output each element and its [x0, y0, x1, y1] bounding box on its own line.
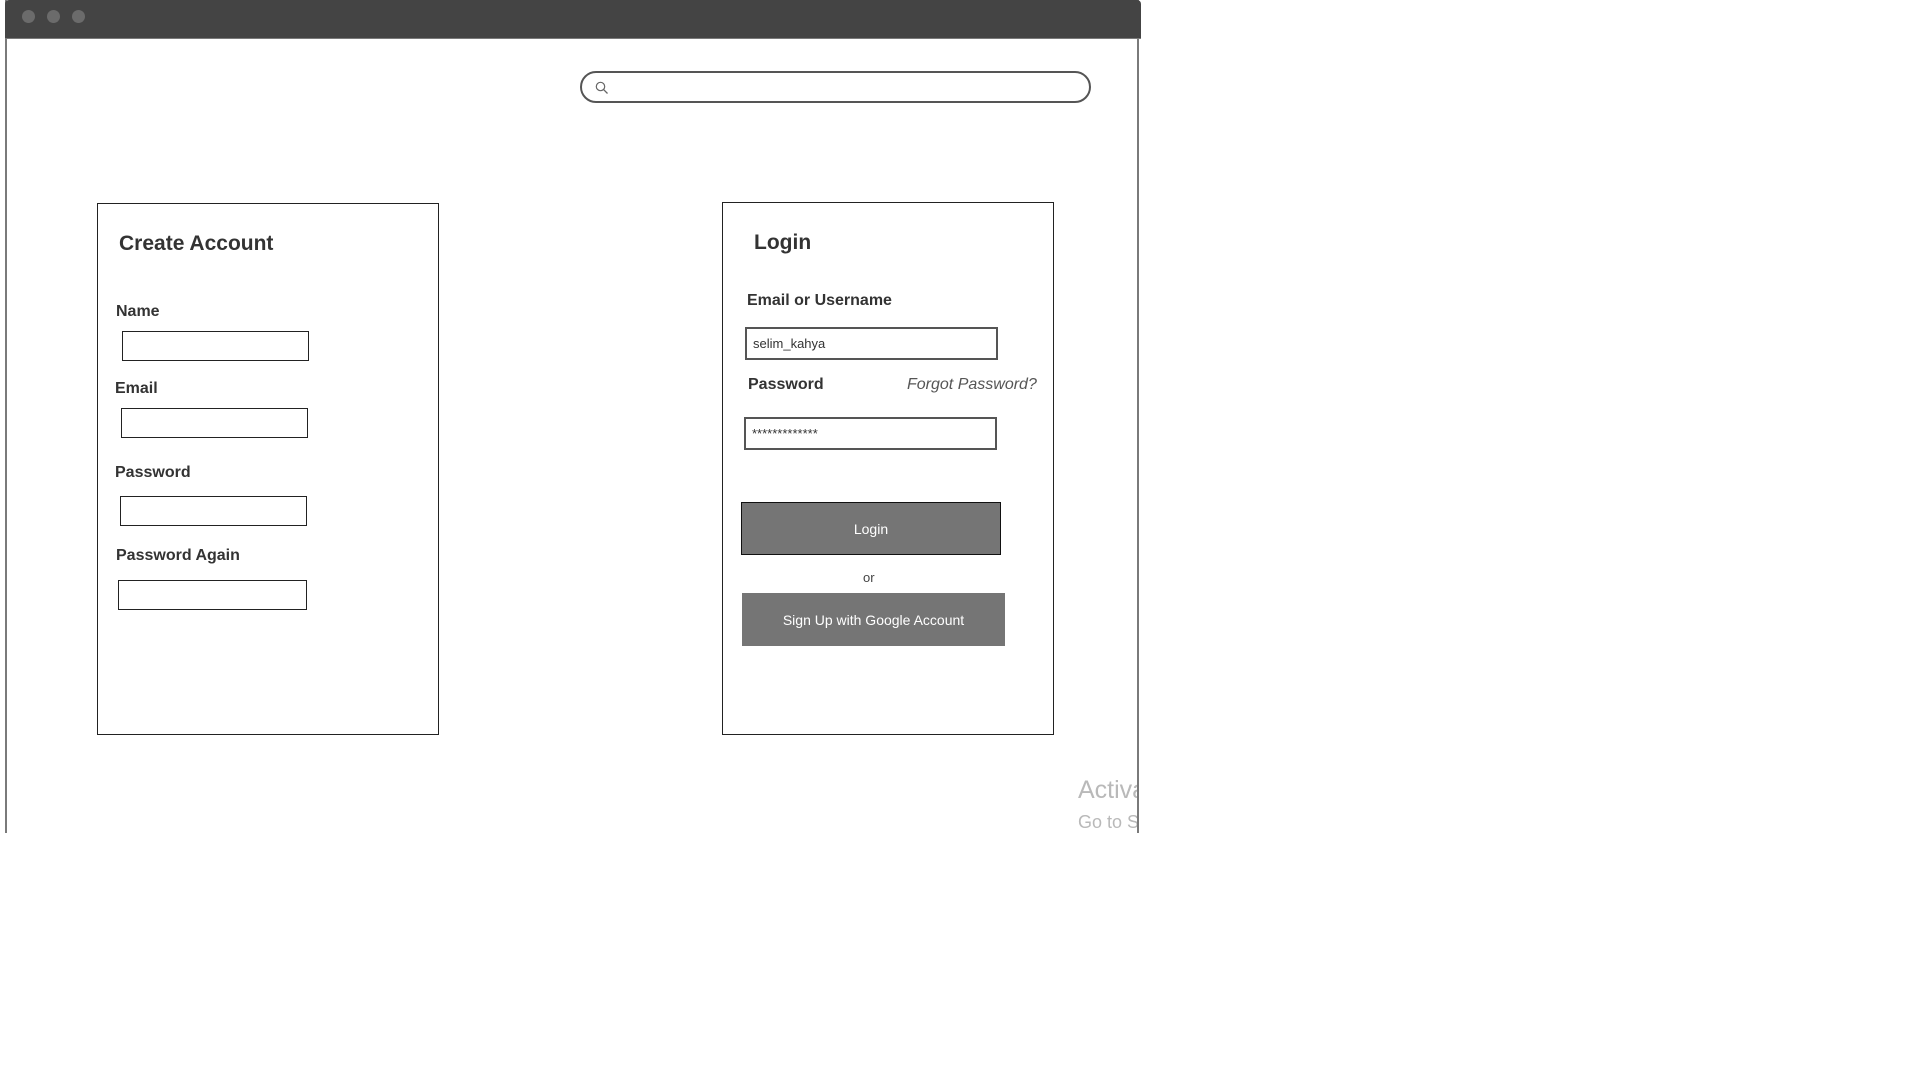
watermark-line-1: Activate Windows: [1078, 776, 1137, 804]
login-button[interactable]: Login: [741, 502, 1001, 555]
google-signup-button[interactable]: Sign Up with Google Account: [742, 593, 1005, 646]
maximize-window-icon[interactable]: [72, 10, 85, 23]
activation-watermark: Activate Windows Go to Settings to activ…: [1070, 770, 1137, 834]
password-label: Password: [115, 464, 191, 481]
search-input[interactable]: [616, 76, 1080, 100]
or-separator: or: [863, 570, 875, 585]
search-bar[interactable]: [580, 71, 1091, 103]
password-again-label: Password Again: [116, 547, 240, 564]
password-again-field[interactable]: [118, 580, 307, 610]
username-field[interactable]: [745, 327, 998, 360]
search-icon: [595, 81, 608, 94]
watermark-line-2: Go to Settings to activate Windows.: [1078, 812, 1137, 832]
create-account-title: Create Account: [119, 232, 274, 255]
name-field[interactable]: [122, 331, 309, 361]
close-window-icon[interactable]: [22, 10, 35, 23]
email-field[interactable]: [121, 408, 308, 438]
password-field[interactable]: [744, 417, 997, 450]
name-label: Name: [116, 303, 160, 320]
password-label: Password: [748, 376, 824, 393]
login-panel: Login Email or Username Password Forgot …: [722, 202, 1054, 735]
password-field[interactable]: [120, 496, 307, 526]
window-titlebar: [5, 0, 1141, 39]
username-label: Email or Username: [747, 292, 892, 309]
create-account-panel: Create Account Name Email Password Passw…: [97, 203, 439, 735]
forgot-password-link[interactable]: Forgot Password?: [907, 376, 1037, 394]
minimize-window-icon[interactable]: [47, 10, 60, 23]
email-label: Email: [115, 380, 158, 397]
login-title: Login: [754, 231, 812, 254]
